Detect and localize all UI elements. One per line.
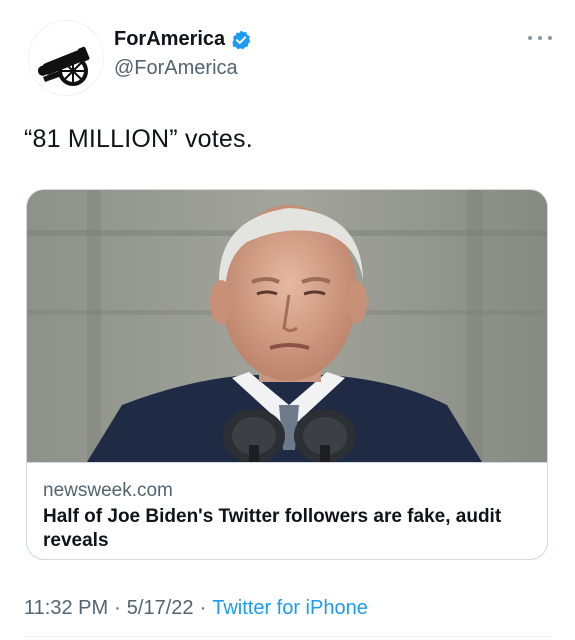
author-name-row[interactable]: ForAmerica [114, 28, 252, 51]
dot [548, 36, 552, 40]
author-display-name[interactable]: ForAmerica [114, 28, 225, 51]
divider [24, 636, 552, 637]
card-title: Half of Joe Biden's Twitter followers ar… [43, 506, 502, 551]
tweet-date[interactable]: 5/17/22 [127, 597, 194, 620]
more-options-icon[interactable] [528, 30, 552, 46]
tweet-text: “81 MILLION” votes. [24, 125, 253, 153]
link-preview-card[interactable]: newsweek.com Half of Joe Biden's Twitter… [26, 189, 548, 560]
card-domain: newsweek.com [43, 480, 173, 501]
tweet-header: ForAmerica @ForAmerica [24, 16, 552, 96]
author-handle[interactable]: @ForAmerica [114, 57, 238, 80]
card-meta[interactable]: newsweek.com Half of Joe Biden's Twitter… [27, 462, 547, 559]
dot [538, 36, 542, 40]
tweet-meta: 11:32 PM · 5/17/22 · Twitter for iPhone [24, 597, 368, 620]
author-avatar[interactable] [28, 20, 104, 96]
cannon-icon [29, 21, 103, 95]
card-image[interactable] [27, 190, 547, 462]
tweet-time[interactable]: 11:32 PM [24, 597, 108, 620]
verified-badge-icon [230, 29, 252, 51]
meta-separator: · [199, 597, 207, 619]
dot [528, 36, 532, 40]
meta-separator: · [114, 597, 121, 619]
tweet-source-link[interactable]: Twitter for iPhone [212, 597, 368, 620]
